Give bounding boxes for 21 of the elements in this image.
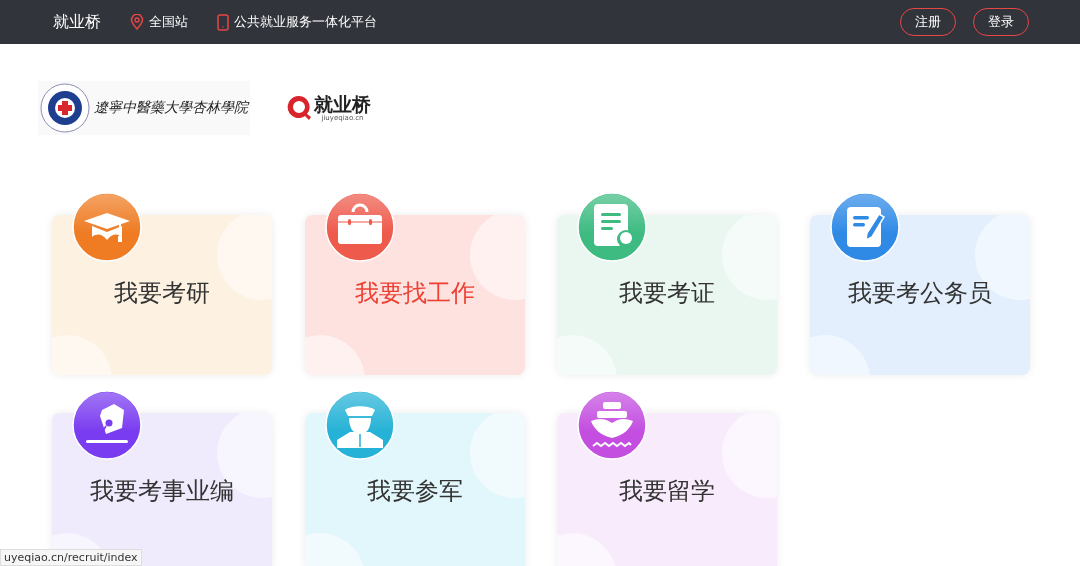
q-icon	[286, 94, 312, 122]
card-title: 我要考事业编	[90, 476, 234, 507]
status-url: uyeqiao.cn/recruit/index	[0, 549, 142, 566]
service-card[interactable]: 我要考公务员	[809, 215, 1030, 375]
service-card[interactable]: 我要参军	[304, 413, 525, 566]
card-title: 我要留学	[619, 476, 715, 507]
location-link[interactable]: 全国站	[149, 13, 188, 31]
service-card[interactable]: 我要考证	[557, 215, 777, 375]
card-title: 我要考研	[114, 278, 210, 309]
service-card[interactable]: 我要留学	[557, 413, 777, 566]
phone-icon	[217, 13, 229, 31]
service-card[interactable]: 我要考研	[52, 215, 272, 375]
location-pin-icon	[130, 14, 144, 30]
card-title: 我要找工作	[354, 278, 475, 309]
school-name: 遼寧中醫藥大學杏林學院	[94, 99, 248, 117]
card-title: 我要考证	[619, 278, 715, 309]
platform-link[interactable]: 公共就业服务一体化平台	[234, 13, 377, 31]
card-title: 我要考公务员	[847, 278, 992, 309]
site-brand[interactable]: 就业桥	[53, 11, 101, 33]
card-title: 我要参军	[366, 476, 463, 507]
brand-name: 就业桥	[314, 93, 371, 115]
